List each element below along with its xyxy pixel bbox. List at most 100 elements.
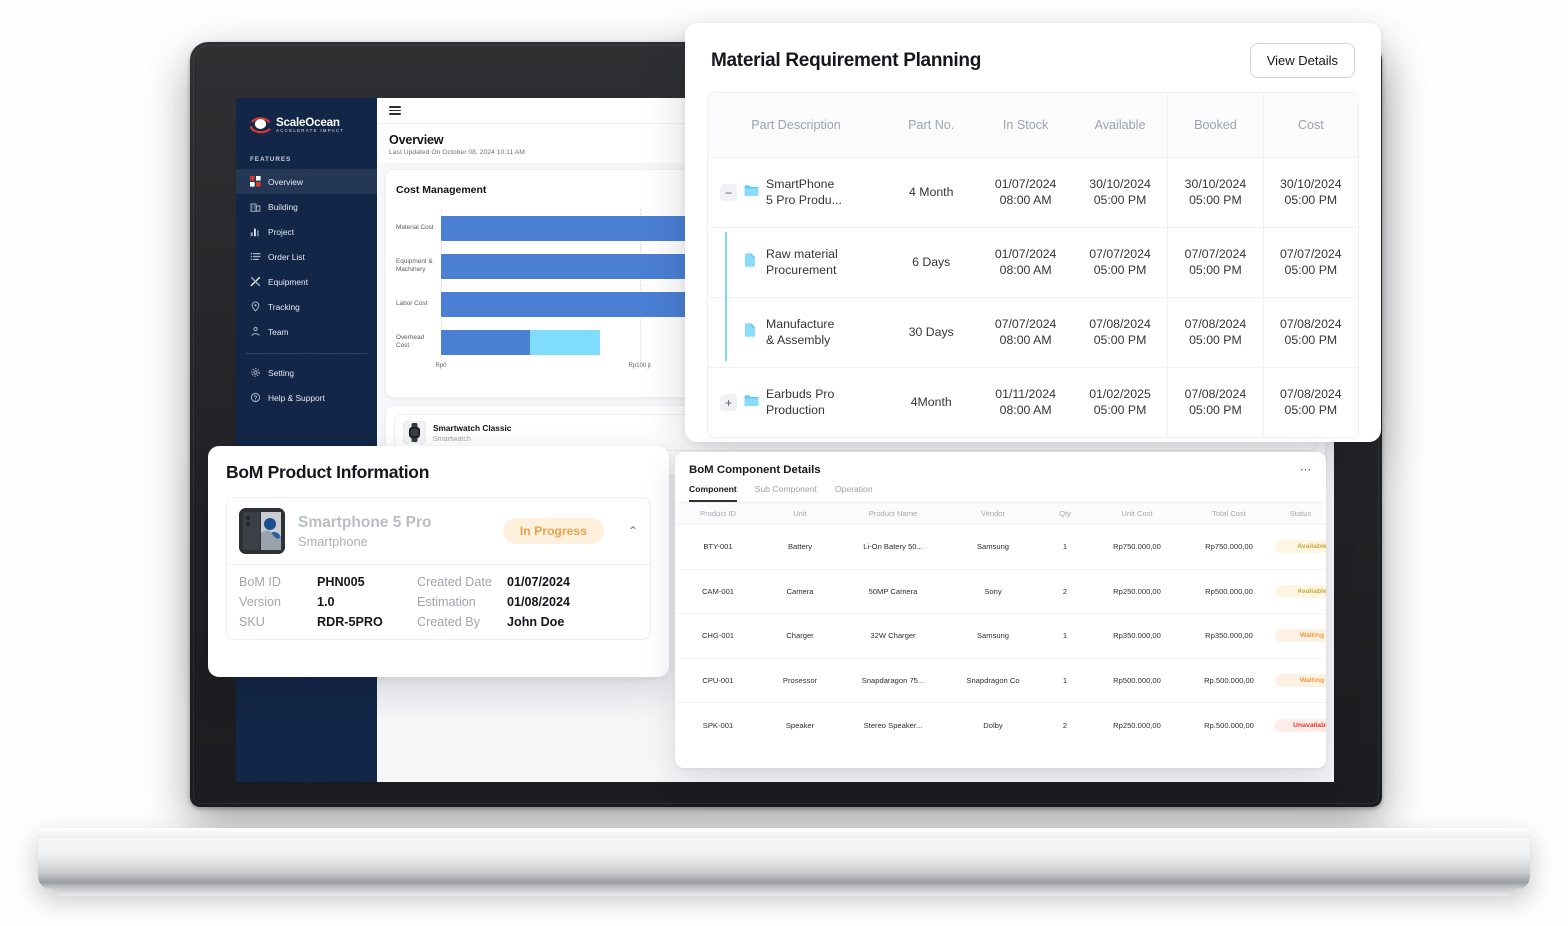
bom-product-name: Smartphone 5 Pro xyxy=(298,513,432,531)
bar-chart-icon xyxy=(250,226,261,237)
grid-icon xyxy=(250,176,261,187)
sidebar-item-building[interactable]: Building xyxy=(236,194,377,219)
tab-sub-component[interactable]: Sub Component xyxy=(755,484,817,502)
folder-icon xyxy=(744,184,759,202)
bom-component-table-body: BTY-001 Battery Li-On Batery 50... Samsung 1… xyxy=(675,525,1326,748)
view-details-button[interactable]: View Details xyxy=(1249,43,1355,78)
table-row[interactable]: CAM-001 Camera 50MP Camera Sony 2 Rp250.000,0… xyxy=(675,570,1326,614)
table-row[interactable]: BTY-001 Battery Li-On Batery 50... Samsung 1… xyxy=(675,525,1326,570)
cell-unit-cost: Rp350.000,00 xyxy=(1113,631,1161,641)
sidebar-item-project[interactable]: Project xyxy=(236,219,377,244)
mrp-table-body: − SmartPhone 5 Pro Produ... 4 Month 01/07/20… xyxy=(708,157,1358,437)
sidebar-item-overview[interactable]: Overview xyxy=(236,169,377,194)
sidebar-item-label: Tracking xyxy=(268,301,300,312)
cell-product-id: CAM-001 xyxy=(701,586,735,596)
table-row[interactable]: CHG-001 Charger 32W Charger Samsung 1 Rp350.0… xyxy=(675,614,1326,659)
table-row[interactable]: − SmartPhone 5 Pro Produ... 4 Month 01/07/20… xyxy=(708,157,1358,227)
table-row[interactable]: Raw material Procurement 6 Days 01/07/2024 0… xyxy=(708,227,1358,297)
sidebar-item-label: Equipment xyxy=(268,276,309,287)
created-date-label: Created Date xyxy=(417,575,492,589)
user-icon xyxy=(250,326,261,337)
sidebar-item-label: Building xyxy=(268,201,298,212)
cell-cost: 30/10/2024 05:00 PM xyxy=(1262,158,1358,227)
cell-available: 30/10/2024 05:00 PM xyxy=(1089,176,1151,207)
cell-unit-cost: Rp250.000,00 xyxy=(1113,586,1161,596)
sidebar-item-help-support[interactable]: Help & Support xyxy=(236,385,377,410)
bom-product-information-panel: BoM Product Information Smartphone 5 Pro… xyxy=(208,446,669,677)
brand-logo: ScaleOcean ACCELERATE IMPACT xyxy=(236,98,377,134)
chart-category-label: Equipment & Machinery xyxy=(396,258,433,273)
building-icon xyxy=(250,201,261,212)
file-icon xyxy=(744,253,759,272)
column-header-unit: Unit xyxy=(793,509,807,518)
table-row[interactable]: CPU-001 Prosessor Snapdaragon 75... Snapdra… xyxy=(675,659,1326,703)
created-date-value: 01/07/2024 xyxy=(507,575,571,589)
column-header-status: Status xyxy=(1289,509,1312,518)
status-badge: Unavailable xyxy=(1275,718,1326,732)
cell-qty: 2 xyxy=(1062,720,1068,730)
column-header-total-cost: Total Cost xyxy=(1212,509,1246,518)
table-row[interactable]: Manufacture & Assembly 30 Days 07/07/2024 08… xyxy=(708,297,1358,367)
chart-x-tick-label: Rp100 jt xyxy=(628,363,651,369)
sidebar-item-setting[interactable]: Setting xyxy=(236,360,377,385)
part-description-text: Raw material Procurement xyxy=(766,247,838,277)
file-icon xyxy=(744,323,759,342)
bom-id-label: BoM ID xyxy=(239,575,281,589)
hamburger-menu-icon[interactable] xyxy=(389,104,401,117)
bom-component-title: BoM Component Details xyxy=(689,463,821,476)
cell-cost: 07/08/2024 05:00 PM xyxy=(1262,298,1358,367)
chart-category-label: Material Cost xyxy=(396,224,434,231)
row-expand-toggle[interactable]: + xyxy=(720,394,737,411)
chevron-up-icon[interactable]: ⌃ xyxy=(628,524,638,538)
bom-component-tabs: Component Sub Component Operation xyxy=(675,476,1326,503)
column-header-qty: Qty xyxy=(1059,509,1071,518)
cell-vendor: Samsung xyxy=(976,542,1010,552)
cell-qty: 2 xyxy=(1062,586,1068,596)
brand-tagline: ACCELERATE IMPACT xyxy=(276,128,345,134)
cell-vendor: Dolby xyxy=(983,720,1003,730)
row-expand-toggle[interactable]: − xyxy=(720,184,737,201)
mrp-table-header: Part Description Part No. In Stock Avail… xyxy=(708,93,1358,157)
cell-status: Waiting xyxy=(1275,629,1326,643)
cell-total-cost: Rp.500.000,00 xyxy=(1204,720,1254,730)
tab-component[interactable]: Component xyxy=(689,484,737,502)
table-row[interactable]: SPK-001 Speaker Stereo Speaker... Dolby 2 Rp2… xyxy=(675,703,1326,748)
part-description-text: Earbuds Pro Production xyxy=(766,387,835,417)
tab-operation[interactable]: Operation xyxy=(835,484,873,502)
cell-product-id: BTY-001 xyxy=(703,542,733,552)
column-header-part-description: Part Description xyxy=(751,118,841,132)
cell-unit: Battery xyxy=(787,542,813,552)
bom-product-header[interactable]: Smartphone 5 Pro Smartphone In Progress … xyxy=(227,498,650,564)
sidebar-item-equipment[interactable]: Equipment xyxy=(236,269,377,294)
part-description-text: Manufacture & Assembly xyxy=(766,317,835,347)
cell-unit-cost: Rp250.000,00 xyxy=(1113,720,1161,730)
question-circle-icon xyxy=(250,392,261,403)
column-header-unit-cost: Unit Cost xyxy=(1121,509,1153,518)
part-description-text: SmartPhone 5 Pro Produ... xyxy=(766,177,842,207)
sidebar-divider xyxy=(246,353,367,354)
table-row[interactable]: + Earbuds Pro Production 4Month 01/11/2024 08… xyxy=(708,367,1358,437)
cell-part-no: 4Month xyxy=(910,394,952,409)
cell-unit: Camera xyxy=(786,586,814,596)
more-options-icon[interactable]: ⋯ xyxy=(1300,463,1312,476)
created-by-label: Created By xyxy=(417,615,480,629)
sidebar-item-label: Help & Support xyxy=(268,392,325,403)
status-badge: Waiting xyxy=(1275,629,1326,643)
laptop-base xyxy=(38,828,1530,890)
cell-total-cost: Rp750.000,00 xyxy=(1205,542,1253,552)
smartwatch-thumbnail xyxy=(403,421,426,444)
sidebar: ScaleOcean ACCELERATE IMPACT FEATURES Ov… xyxy=(236,98,377,782)
gear-icon xyxy=(250,367,261,378)
sidebar-item-tracking[interactable]: Tracking xyxy=(236,294,377,319)
sidebar-item-team[interactable]: Team xyxy=(236,319,377,344)
brand-name: ScaleOcean xyxy=(276,115,340,129)
cell-unit: Speaker xyxy=(785,720,815,730)
sku-label: SKU xyxy=(239,615,265,629)
cell-cost: 07/07/2024 05:00 PM xyxy=(1262,228,1358,297)
sidebar-item-order-list[interactable]: Order List xyxy=(236,244,377,269)
cell-product-name: 50MP Camera xyxy=(868,586,918,596)
cell-vendor: Samsung xyxy=(976,631,1010,641)
cell-part-description: − SmartPhone 5 Pro Produ... xyxy=(708,177,884,208)
cell-product-name: 32W Charger xyxy=(870,631,916,641)
sidebar-item-label: Order List xyxy=(268,251,305,262)
